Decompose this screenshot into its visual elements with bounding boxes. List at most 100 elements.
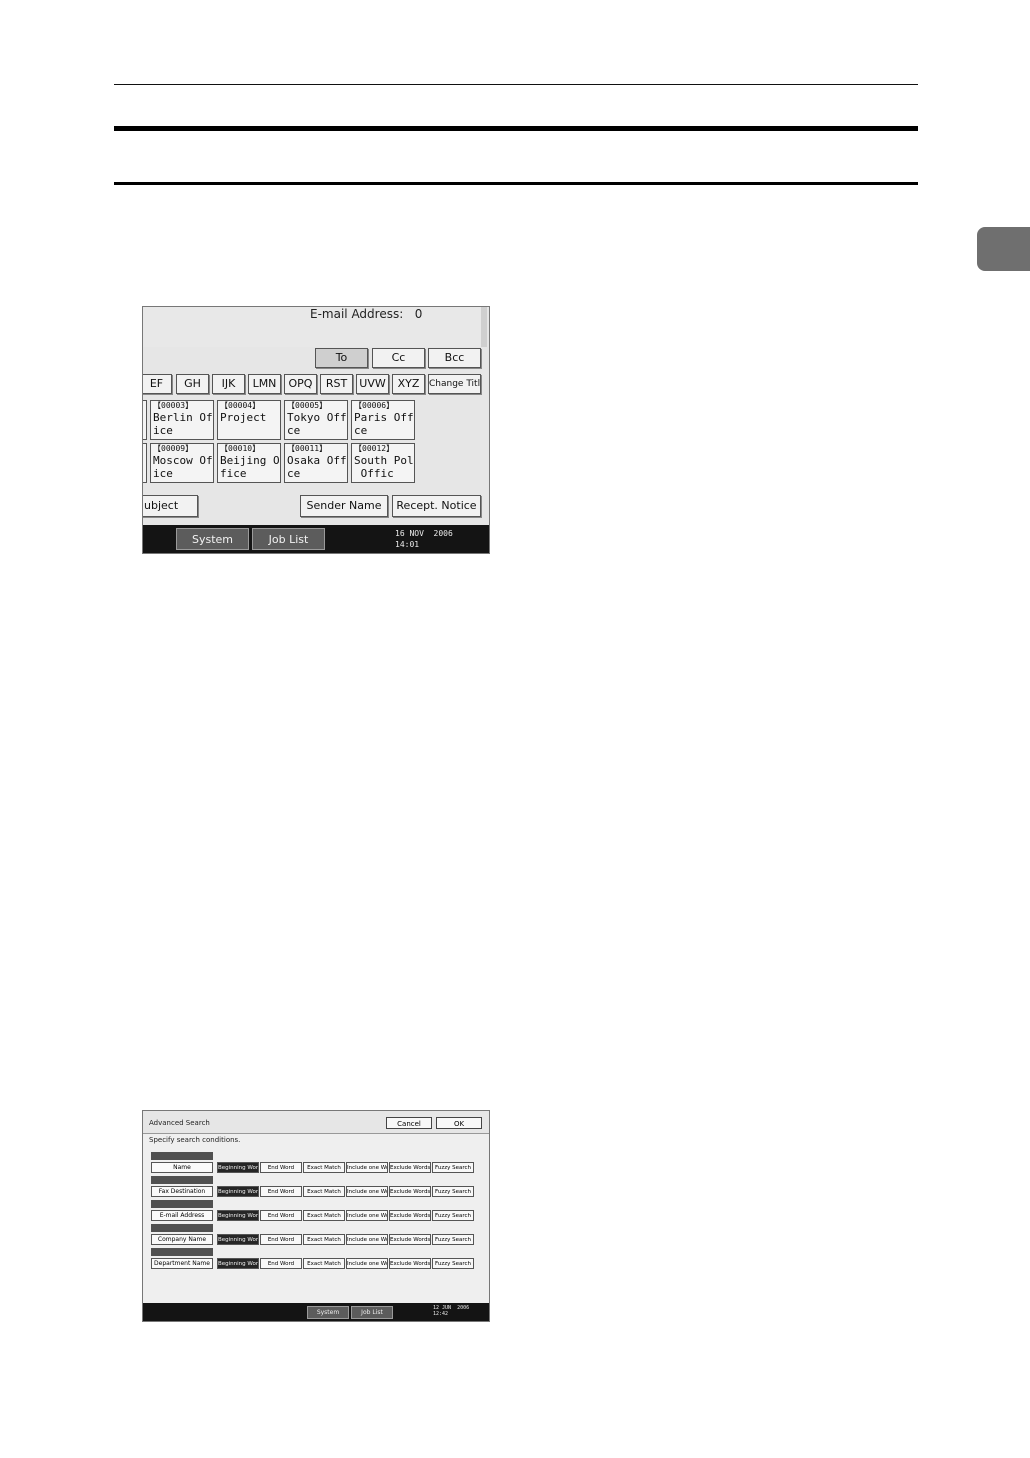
- search-option-button[interactable]: Beginning Word: [217, 1162, 259, 1173]
- search-option-button[interactable]: Fuzzy Search: [432, 1162, 474, 1173]
- dialog-header: Advanced Search Cancel OK: [143, 1111, 489, 1134]
- header-rule-thin: [114, 84, 918, 85]
- destination-key[interactable]: 【00006】Paris Offi ce: [351, 400, 415, 440]
- job-list-button[interactable]: Job List: [252, 528, 325, 550]
- email-address-label: E-mail Address: 0: [310, 307, 423, 321]
- destination-partial-left[interactable]: [143, 443, 147, 483]
- index-tab-ijk[interactable]: IJK: [212, 374, 245, 394]
- search-option-button[interactable]: Exclude Words: [389, 1210, 431, 1221]
- destination-key[interactable]: 【00010】Beijing Of fice: [217, 443, 281, 483]
- field-header-bar: [151, 1176, 213, 1184]
- index-tab-uvw[interactable]: UVW: [356, 374, 389, 394]
- status-bar: System Status Job List 16 NOV 2006 14:01: [143, 525, 489, 553]
- search-option-button[interactable]: Exact Match: [303, 1258, 345, 1269]
- index-tab-lmn[interactable]: LMN: [248, 374, 281, 394]
- destination-code: 【00005】: [287, 401, 328, 410]
- search-field-button[interactable]: Company Name: [151, 1234, 213, 1245]
- instruction-text: Specify search conditions.: [149, 1136, 241, 1144]
- search-option-button[interactable]: Fuzzy Search: [432, 1210, 474, 1221]
- destination-key[interactable]: 【00012】South Pole Offic: [351, 443, 415, 483]
- chapter-thumb-tab: [977, 227, 1030, 271]
- destination-key[interactable]: 【00005】Tokyo Offi ce: [284, 400, 348, 440]
- destination-code: 【00011】: [287, 444, 328, 453]
- sender-name-button[interactable]: Sender Name: [300, 495, 388, 517]
- destination-name: Berlin Off ice: [153, 411, 213, 437]
- search-option-button[interactable]: Exact Match: [303, 1186, 345, 1197]
- destination-name: Paris Offi ce: [354, 411, 414, 437]
- destination-key[interactable]: 【00003】Berlin Off ice: [150, 400, 214, 440]
- system-status-button[interactable]: System Status: [307, 1306, 349, 1319]
- destination-screen: E-mail Address: 0 To Cc Bcc EF GH IJK LM…: [142, 306, 490, 554]
- search-option-button[interactable]: End Word: [260, 1210, 302, 1221]
- search-option-button[interactable]: Exclude Words: [389, 1162, 431, 1173]
- search-option-button[interactable]: Fuzzy Search: [432, 1234, 474, 1245]
- destination-key[interactable]: 【00009】Moscow Off ice: [150, 443, 214, 483]
- search-field-button[interactable]: Fax Destination: [151, 1186, 213, 1197]
- search-option-button[interactable]: Beginning Word: [217, 1186, 259, 1197]
- destination-code: 【00010】: [220, 444, 261, 453]
- dialog-title: Advanced Search: [149, 1119, 210, 1127]
- destination-key[interactable]: 【00004】 Project: [217, 400, 281, 440]
- section-rule-bottom: [114, 182, 918, 185]
- field-header-bar: [151, 1200, 213, 1208]
- section-rule-top: [114, 126, 918, 131]
- search-option-button[interactable]: Fuzzy Search: [432, 1186, 474, 1197]
- destination-name: Project: [220, 411, 267, 424]
- system-status-button[interactable]: System Status: [176, 528, 249, 550]
- search-option-button[interactable]: Include one Word: [346, 1186, 388, 1197]
- destination-code: 【00012】: [354, 444, 395, 453]
- search-option-button[interactable]: Include one Word: [346, 1234, 388, 1245]
- change-title-button[interactable]: Change Title: [428, 374, 481, 394]
- search-option-button[interactable]: Beginning Word: [217, 1258, 259, 1269]
- search-option-button[interactable]: Exact Match: [303, 1162, 345, 1173]
- subject-button[interactable]: ubject: [143, 495, 198, 517]
- field-header-bar: [151, 1248, 213, 1256]
- search-option-button[interactable]: End Word: [260, 1234, 302, 1245]
- search-option-button[interactable]: Include one Word: [346, 1210, 388, 1221]
- search-option-button[interactable]: End Word: [260, 1186, 302, 1197]
- destination-code: 【00003】: [153, 401, 194, 410]
- destination-name: Tokyo Offi ce: [287, 411, 347, 437]
- status-bar: System Status Job List 12 JUN 2006 12:42: [143, 1303, 489, 1321]
- address-display-area: E-mail Address: 0: [143, 307, 487, 347]
- search-field-button[interactable]: E-mail Address: [151, 1210, 213, 1221]
- search-option-button[interactable]: Exclude Words: [389, 1234, 431, 1245]
- search-option-button[interactable]: Fuzzy Search: [432, 1258, 474, 1269]
- destination-code: 【00009】: [153, 444, 194, 453]
- search-field-button[interactable]: Name: [151, 1162, 213, 1173]
- cc-tab[interactable]: Cc: [372, 348, 425, 368]
- search-option-button[interactable]: Exact Match: [303, 1210, 345, 1221]
- destination-code: 【00004】: [220, 401, 261, 410]
- field-header-bar: [151, 1152, 213, 1160]
- search-option-button[interactable]: End Word: [260, 1258, 302, 1269]
- cancel-button[interactable]: Cancel: [386, 1117, 432, 1129]
- to-tab[interactable]: To: [315, 348, 368, 368]
- index-tab-xyz[interactable]: XYZ: [392, 374, 425, 394]
- search-option-button[interactable]: Exclude Words: [389, 1258, 431, 1269]
- destination-name: Moscow Off ice: [153, 454, 213, 480]
- search-option-button[interactable]: Beginning Word: [217, 1234, 259, 1245]
- ok-button[interactable]: OK: [436, 1117, 482, 1129]
- destination-partial-left[interactable]: [143, 400, 147, 440]
- advanced-search-screen: Advanced Search Cancel OK Specify search…: [142, 1110, 490, 1322]
- date-time-readout: 12 JUN 2006 12:42: [433, 1305, 470, 1317]
- index-tab-rst[interactable]: RST: [320, 374, 353, 394]
- index-tab-opq[interactable]: OPQ: [284, 374, 317, 394]
- email-address-count: 0: [414, 307, 423, 321]
- search-option-button[interactable]: Include one Word: [346, 1258, 388, 1269]
- search-option-button[interactable]: End Word: [260, 1162, 302, 1173]
- index-tab-ef[interactable]: EF: [143, 374, 172, 394]
- job-list-button[interactable]: Job List: [351, 1306, 393, 1319]
- search-field-button[interactable]: Department Name: [151, 1258, 213, 1269]
- index-tab-gh[interactable]: GH: [176, 374, 209, 394]
- field-header-bar: [151, 1224, 213, 1232]
- search-option-button[interactable]: Beginning Word: [217, 1210, 259, 1221]
- destination-name: Osaka Offi ce: [287, 454, 347, 480]
- bcc-tab[interactable]: Bcc: [428, 348, 481, 368]
- search-option-button[interactable]: Include one Word: [346, 1162, 388, 1173]
- receipt-notice-button[interactable]: Recept. Notice: [392, 495, 481, 517]
- search-option-button[interactable]: Exact Match: [303, 1234, 345, 1245]
- destination-key[interactable]: 【00011】Osaka Offi ce: [284, 443, 348, 483]
- destination-code: 【00006】: [354, 401, 395, 410]
- search-option-button[interactable]: Exclude Words: [389, 1186, 431, 1197]
